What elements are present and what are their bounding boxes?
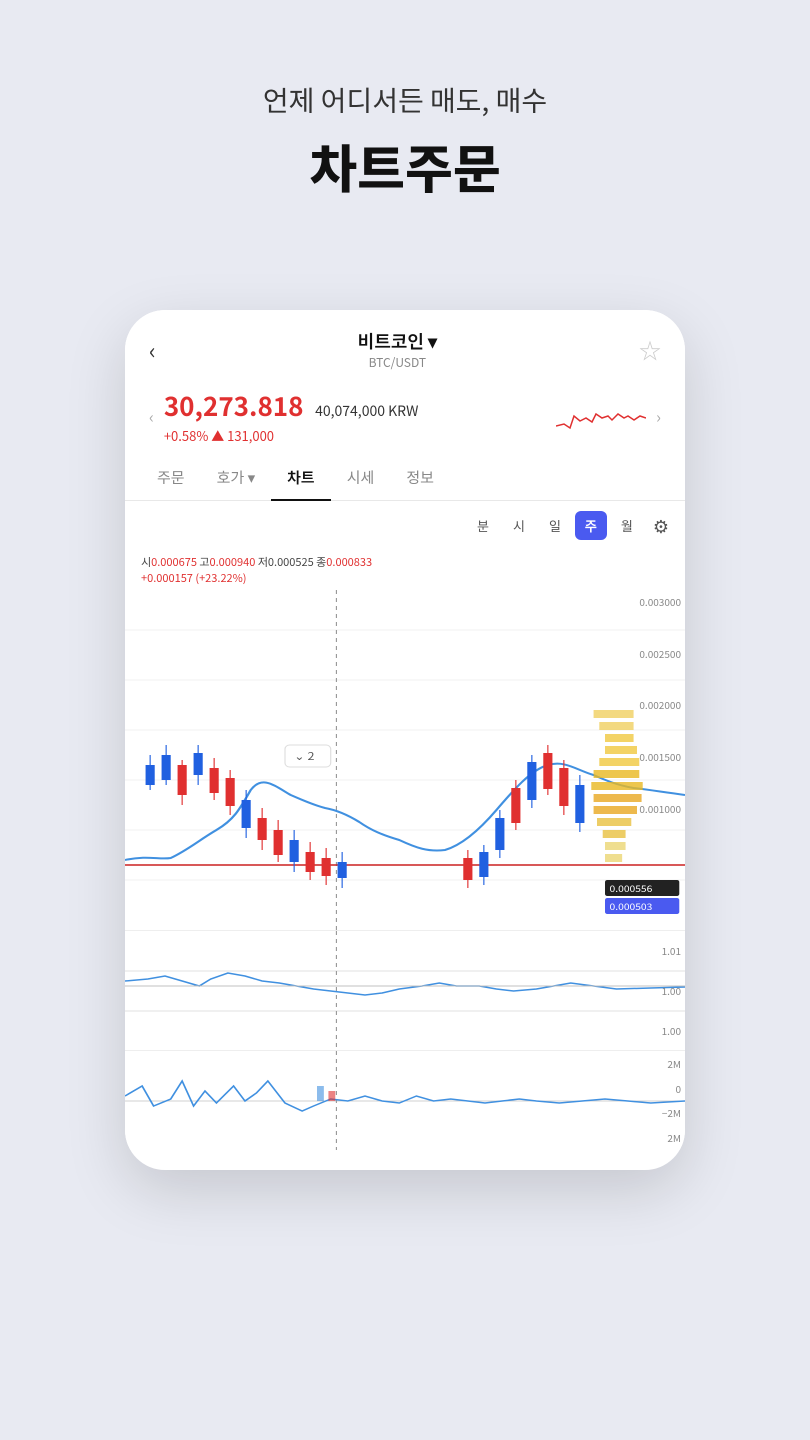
third-level-1: 2M (616, 1056, 681, 1071)
chart-toolbar: 분 시 일 주 월 ⚙ (125, 501, 685, 550)
chart-settings-icon[interactable]: ⚙ (653, 513, 669, 539)
price-value: 30,273.818 (164, 387, 304, 424)
back-button[interactable]: ‹ (149, 334, 156, 366)
chart-open-label: 시 (141, 554, 151, 570)
secondary-y-axis: 1.01 1.00 1.00 (616, 931, 681, 1050)
tab-row: 주문 호가 ▾ 차트 시세 정보 (125, 455, 685, 501)
price-row: ‹ 30,273.818 40,074,000 KRW +0.58% ▲ 131… (125, 381, 685, 455)
y-level-3: 0.002000 (624, 697, 681, 712)
candlestick-chart: ⌄ 2 0.000556 0.000503 (125, 590, 685, 930)
y-level-1: 0.003000 (624, 594, 681, 609)
tab-order[interactable]: 주문 (141, 455, 201, 500)
price-krw: 40,074,000 KRW (315, 401, 418, 421)
coin-pair: BTC/USDT (358, 354, 437, 371)
chart-low-val: 0.000525 (268, 554, 314, 570)
y-level-4: 0.001500 (624, 749, 681, 764)
time-hour-button[interactable]: 시 (503, 511, 535, 540)
time-day-button[interactable]: 일 (539, 511, 571, 540)
y-level-2: 0.002500 (624, 646, 681, 661)
mini-chart (556, 396, 646, 436)
tab-info[interactable]: 정보 (390, 455, 450, 500)
favorite-button[interactable]: ☆ (639, 334, 661, 366)
secondary-level-2: 1.00 (616, 983, 681, 998)
time-min-button[interactable]: 분 (467, 511, 499, 540)
price-change: +0.58% ▲ 131,000 (164, 426, 546, 445)
phone-header: ‹ 비트코인 ▾ BTC/USDT ☆ (125, 310, 685, 381)
tab-price[interactable]: 시세 (331, 455, 391, 500)
hero-subtitle: 언제 어디서든 매도, 매수 (0, 80, 810, 120)
third-y-axis: 2M 0 −2M 2M (616, 1051, 681, 1150)
secondary-level-3: 1.00 (616, 1023, 681, 1038)
hero-title: 차트주문 (0, 128, 810, 203)
chart-area: 시0.000675 고0.000940 저0.000525 종0.000833 … (125, 550, 685, 1150)
chart-info-bar: 시0.000675 고0.000940 저0.000525 종0.000833 … (125, 550, 685, 590)
coin-title: 비트코인 ▾ BTC/USDT (358, 328, 437, 371)
y-axis: 0.003000 0.002500 0.002000 0.001500 0.00… (620, 590, 685, 930)
secondary-level-1: 1.01 (616, 943, 681, 958)
hero-section: 언제 어디서든 매도, 매수 차트주문 (0, 0, 810, 203)
third-level-4: 2M (616, 1130, 681, 1145)
third-level-2: 0 (616, 1081, 681, 1096)
phone-mockup: ‹ 비트코인 ▾ BTC/USDT ☆ ‹ 30,273.818 40,074,… (125, 310, 685, 1170)
third-chart: 2M 0 −2M 2M (125, 1050, 685, 1150)
third-level-3: −2M (616, 1105, 681, 1120)
y-level-5: 0.001000 (624, 801, 681, 816)
chart-change-val: +0.000157 (+23.22%) (141, 570, 247, 586)
svg-text:⌄ 2: ⌄ 2 (294, 748, 314, 764)
coin-name: 비트코인 ▾ (358, 328, 437, 354)
chart-main[interactable]: ⌄ 2 0.000556 0.000503 0.003000 0.002500 … (125, 590, 685, 930)
price-nav-right[interactable]: › (656, 404, 661, 428)
time-week-button[interactable]: 주 (575, 511, 607, 540)
chart-open-val: 0.000675 (151, 554, 197, 570)
chart-close-val: 0.000833 (326, 554, 372, 570)
secondary-chart-svg (125, 931, 685, 1051)
price-main-row: 30,273.818 40,074,000 KRW (164, 387, 546, 424)
third-chart-svg (125, 1051, 685, 1150)
chart-close-label: 종 (316, 554, 326, 570)
price-nav-left[interactable]: ‹ (149, 404, 154, 428)
chart-high-label: 고 (199, 554, 209, 570)
chart-high-val: 0.000940 (210, 554, 256, 570)
chart-low-label: 저 (258, 554, 268, 570)
time-month-button[interactable]: 월 (611, 511, 643, 540)
tab-chart[interactable]: 차트 (271, 455, 331, 500)
tab-orderbook[interactable]: 호가 ▾ (201, 455, 272, 500)
secondary-chart: 1.01 1.00 1.00 (125, 930, 685, 1050)
price-info: 30,273.818 40,074,000 KRW +0.58% ▲ 131,0… (164, 387, 546, 445)
